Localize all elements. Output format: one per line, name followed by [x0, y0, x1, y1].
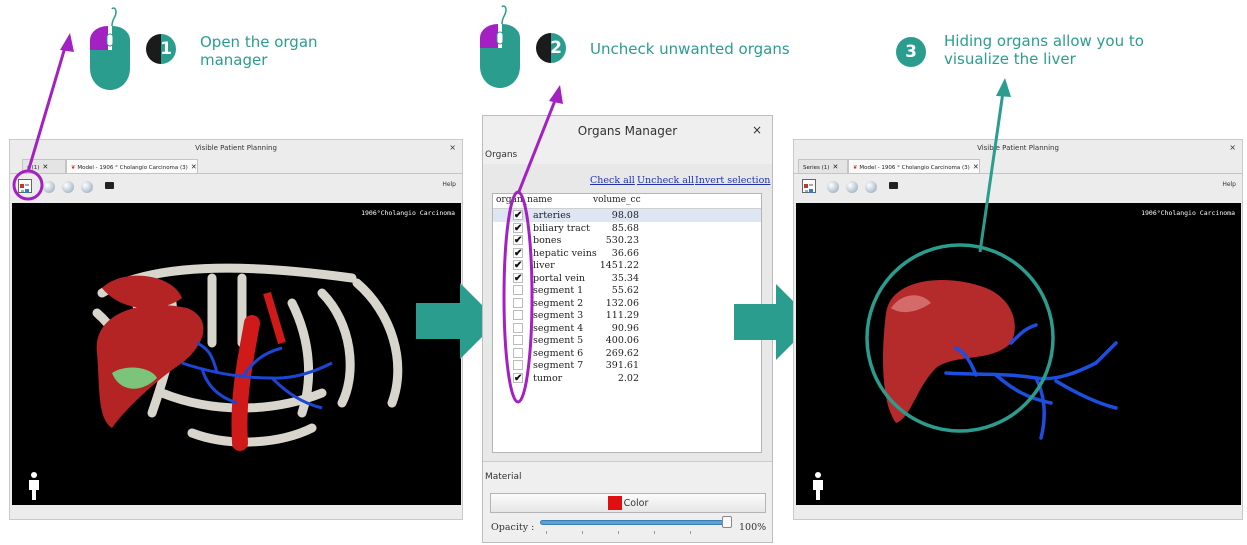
dialog-close-button[interactable]: × — [752, 123, 762, 137]
orientation-figure-icon — [813, 472, 823, 500]
head-3d-icon[interactable] — [865, 181, 877, 193]
organ-name: tumor — [533, 372, 563, 384]
slider-tick — [654, 531, 655, 534]
opacity-label: Opacity : — [491, 522, 535, 533]
step-number-1: 1 — [146, 34, 176, 64]
dialog-splitter[interactable] — [483, 461, 772, 466]
organ-name: segment 5 — [533, 335, 584, 346]
organ-volume: 1451.22 — [599, 260, 639, 271]
step-1-line-1: Open the organ — [200, 33, 318, 51]
opacity-slider-handle[interactable] — [722, 516, 732, 528]
orientation-figure-icon — [29, 472, 39, 500]
close-icon[interactable]: ✕ — [191, 163, 197, 171]
check-all-link[interactable]: Check all — [590, 175, 635, 186]
step-1-text: Open the organ manager — [200, 33, 318, 69]
organ-name: bones — [533, 235, 562, 246]
camera-icon[interactable] — [105, 182, 114, 189]
step-1-line-2: manager — [200, 51, 268, 69]
arrow-to-step-3 — [978, 78, 1011, 253]
head-3d-icon[interactable] — [81, 181, 93, 193]
organ-volume: 98.08 — [611, 210, 639, 221]
organ-volume: 530.23 — [605, 235, 639, 246]
step-3-line-2: visualize the liver — [944, 50, 1076, 68]
organ-name: segment 6 — [533, 347, 584, 359]
slider-tick — [690, 531, 691, 534]
sphere-view-icon[interactable] — [827, 181, 839, 193]
organ-volume: 2.02 — [617, 372, 639, 384]
viewport-patient-label: 1906°Cholangio Carcinoma — [1141, 209, 1235, 217]
column-volume[interactable]: volume_cc — [593, 195, 641, 205]
tab-label: Model - 1906 ° Cholangio Carcinoma (3) — [77, 165, 188, 171]
organ-volume: 400.06 — [605, 335, 639, 346]
close-icon[interactable]: ✕ — [832, 163, 838, 171]
anatomy-3d-render — [29, 263, 403, 500]
organ-volume: 132.06 — [605, 297, 639, 309]
arrow-to-checkboxes — [516, 85, 563, 195]
organ-volume: 90.96 — [611, 322, 639, 334]
organ-volume: 35.34 — [611, 272, 639, 284]
organ-name: segment 1 — [533, 285, 584, 296]
organ-volume: 85.68 — [611, 222, 639, 234]
organ-volume: 36.66 — [611, 247, 639, 259]
step-3-line-1: Hiding organs allow you to — [944, 32, 1144, 50]
uncheck-all-link[interactable]: Uncheck all — [637, 175, 694, 186]
color-swatch — [607, 496, 622, 510]
organ-name: arteries — [533, 210, 571, 221]
organ-volume: 391.61 — [605, 360, 639, 371]
opacity-value: 100% — [739, 522, 767, 533]
step-2-line-1: Uncheck unwanted organs — [590, 40, 790, 58]
organ-volume: 111.29 — [605, 310, 639, 321]
slider-tick — [582, 531, 583, 534]
organ-name: segment 2 — [533, 297, 584, 309]
opacity-slider[interactable] — [540, 520, 730, 525]
organ-name: biliary tract — [533, 222, 590, 234]
organ-name: segment 4 — [533, 322, 584, 334]
head-view-icon[interactable] — [846, 181, 858, 193]
invert-selection-link[interactable]: Invert selection — [695, 175, 770, 186]
viewport-patient-label: 1906°Cholangio Carcinoma — [361, 209, 455, 217]
model-tab-icon: ❦ — [853, 165, 858, 171]
tab-model[interactable]: ❦ Model - 1906 ° Cholangio Carcinoma (3)… — [848, 159, 980, 173]
organ-volume: 55.62 — [611, 285, 639, 296]
step-number-2: 2 — [536, 33, 566, 63]
organ-name: liver — [533, 260, 555, 271]
3d-viewport[interactable]: 1906°Cholangio Carcinoma — [12, 203, 461, 505]
organ-name: portal vein — [533, 272, 586, 284]
step-number-3: 3 — [896, 37, 926, 67]
highlight-ellipse-checkboxes — [502, 190, 534, 404]
organ-name: hepatic veins — [533, 247, 597, 259]
head-view-icon[interactable] — [62, 181, 74, 193]
organ-manager-icon[interactable] — [802, 179, 816, 193]
slider-tick — [618, 531, 619, 534]
arrow-to-toolbar — [26, 33, 74, 173]
highlight-circle-liver — [865, 243, 1055, 433]
tab-label: Series (1) — [803, 165, 830, 171]
window-close-button[interactable]: × — [1229, 140, 1236, 156]
step-2-text: Uncheck unwanted organs — [590, 40, 790, 58]
organ-name: segment 7 — [533, 360, 584, 371]
tab-label: Model - 1906 ° Cholangio Carcinoma (3) — [859, 165, 970, 171]
help-menu[interactable]: Help — [1222, 181, 1236, 188]
tab-model[interactable]: ❦ Model - 1906 ° Cholangio Carcinoma (3)… — [66, 159, 198, 173]
organ-name: segment 3 — [533, 310, 584, 321]
mouse-left-click-icon — [90, 7, 130, 90]
color-button-label: Color — [623, 497, 649, 509]
tab-series[interactable]: Series (1) ✕ — [798, 159, 848, 173]
help-menu[interactable]: Help — [442, 181, 456, 188]
step-3-text: Hiding organs allow you to visualize the… — [944, 32, 1144, 68]
camera-icon[interactable] — [889, 182, 898, 189]
color-button[interactable]: Color — [490, 493, 766, 513]
toolbar: Help — [10, 173, 462, 201]
organ-volume: 269.62 — [605, 347, 639, 359]
material-section-label: Material — [485, 472, 522, 482]
slider-tick — [546, 531, 547, 534]
organ-manager-glyph — [804, 184, 813, 193]
window-close-button[interactable]: × — [449, 140, 456, 156]
mouse-left-click-icon — [480, 5, 520, 88]
left-app-window: Visible Patient Planning × s (1) ✕ ❦ Mode… — [9, 139, 463, 520]
